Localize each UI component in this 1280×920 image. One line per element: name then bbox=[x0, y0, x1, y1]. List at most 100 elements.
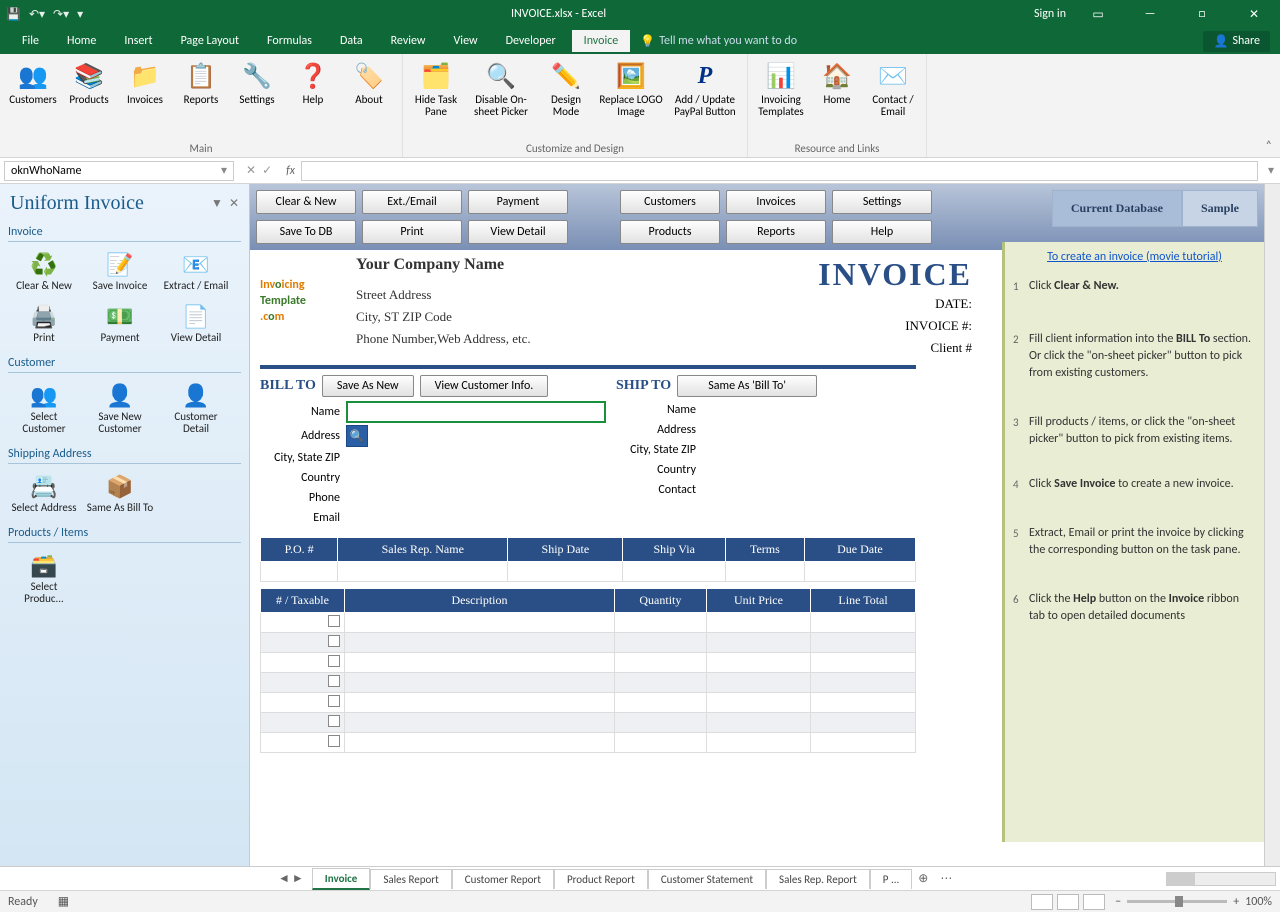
vertical-scrollbar[interactable] bbox=[1264, 184, 1280, 866]
bill-country-input[interactable] bbox=[346, 469, 606, 487]
redo-icon[interactable]: ↷▾ bbox=[53, 7, 69, 22]
lookup-icon[interactable]: 🔍 bbox=[346, 425, 368, 447]
view-normal-icon[interactable] bbox=[1031, 894, 1053, 910]
sheet-tab-sales[interactable]: Sales Report bbox=[370, 869, 451, 889]
sheet-tab-p[interactable]: P ... bbox=[870, 869, 913, 889]
maximize-icon[interactable]: □ bbox=[1182, 7, 1222, 21]
btn-same-as-billto[interactable]: Same As 'Bill To' bbox=[677, 375, 817, 397]
tab-view[interactable]: View bbox=[442, 30, 490, 52]
tp-clear-new[interactable]: ♻️Clear & New bbox=[8, 246, 80, 294]
checkbox[interactable] bbox=[328, 695, 340, 707]
tp-extract-email[interactable]: 📧Extract / Email bbox=[160, 246, 232, 294]
btn-clear-new[interactable]: Clear & New bbox=[256, 190, 356, 214]
undo-icon[interactable]: ↶▾ bbox=[29, 7, 45, 22]
btn-reports[interactable]: Reports bbox=[726, 220, 826, 244]
bill-name-input[interactable] bbox=[346, 401, 606, 423]
fx-icon[interactable]: fx bbox=[286, 164, 295, 178]
bill-email-input[interactable] bbox=[346, 509, 606, 527]
tab-current-database[interactable]: Current Database bbox=[1052, 190, 1182, 227]
btn-payment[interactable]: Payment bbox=[468, 190, 568, 214]
table-row[interactable] bbox=[261, 713, 916, 733]
tab-file[interactable]: File bbox=[10, 30, 51, 52]
checkbox[interactable] bbox=[328, 715, 340, 727]
ribbon-design-mode[interactable]: ✏️Design Mode bbox=[539, 58, 593, 140]
table-row[interactable] bbox=[261, 562, 916, 582]
expand-formula-icon[interactable]: ▾ bbox=[1262, 163, 1280, 178]
add-sheet-icon[interactable]: ⊕ bbox=[912, 871, 934, 886]
ribbon-settings[interactable]: 🔧Settings bbox=[230, 58, 284, 140]
tp-payment[interactable]: 💵Payment bbox=[84, 298, 156, 346]
view-page-layout-icon[interactable] bbox=[1057, 894, 1079, 910]
ribbon-help[interactable]: ❓Help bbox=[286, 58, 340, 140]
btn-products[interactable]: Products bbox=[620, 220, 720, 244]
btn-print[interactable]: Print bbox=[362, 220, 462, 244]
company-phone[interactable]: Phone Number,Web Address, etc. bbox=[356, 328, 772, 350]
tab-sample[interactable]: Sample bbox=[1182, 190, 1258, 227]
table-row[interactable] bbox=[261, 653, 916, 673]
ship-country-input[interactable] bbox=[702, 461, 916, 479]
tp-view-detail[interactable]: 📄View Detail bbox=[160, 298, 232, 346]
ribbon-reports[interactable]: 📋Reports bbox=[174, 58, 228, 140]
ship-csz-input[interactable] bbox=[702, 441, 916, 459]
ship-name-input[interactable] bbox=[702, 401, 916, 419]
tab-formulas[interactable]: Formulas bbox=[255, 30, 324, 52]
sheet-tab-salesrep[interactable]: Sales Rep. Report bbox=[766, 869, 870, 889]
ribbon-invoices[interactable]: 📁Invoices bbox=[118, 58, 172, 140]
ribbon-home[interactable]: 🏠Home bbox=[810, 58, 864, 140]
zoom-level[interactable]: 100% bbox=[1245, 895, 1272, 909]
collapse-ribbon-icon[interactable]: ˄ bbox=[1266, 139, 1272, 153]
sheet-tab-customer[interactable]: Customer Report bbox=[452, 869, 554, 889]
tp-customer-detail[interactable]: 👤Customer Detail bbox=[160, 377, 232, 437]
sheet-tab-product[interactable]: Product Report bbox=[554, 869, 648, 889]
checkbox[interactable] bbox=[328, 655, 340, 667]
company-address[interactable]: Street Address bbox=[356, 284, 772, 306]
chevron-down-icon[interactable]: ▾ bbox=[221, 163, 227, 178]
ribbon-about[interactable]: 🏷️About bbox=[342, 58, 396, 140]
tell-me[interactable]: 💡Tell me what you want to do bbox=[640, 34, 797, 49]
task-pane-menu-icon[interactable]: ▼ bbox=[211, 196, 223, 211]
checkbox[interactable] bbox=[328, 735, 340, 747]
ribbon-products[interactable]: 📚Products bbox=[62, 58, 116, 140]
sheet-more-icon[interactable]: ⋯ bbox=[934, 871, 958, 886]
qat-more-icon[interactable]: ▾ bbox=[77, 7, 83, 22]
zoom-slider[interactable] bbox=[1127, 900, 1227, 903]
table-row[interactable] bbox=[261, 673, 916, 693]
tab-invoice[interactable]: Invoice bbox=[572, 30, 631, 52]
checkbox[interactable] bbox=[328, 615, 340, 627]
cancel-formula-icon[interactable]: ✕ bbox=[246, 163, 256, 178]
sheet-nav-next-icon[interactable]: ► bbox=[292, 871, 304, 886]
table-row[interactable] bbox=[261, 733, 916, 753]
close-icon[interactable]: ✕ bbox=[1234, 7, 1274, 22]
btn-customers[interactable]: Customers bbox=[620, 190, 720, 214]
task-pane-close-icon[interactable]: ✕ bbox=[229, 196, 239, 211]
bill-csz-input[interactable] bbox=[346, 449, 606, 467]
tp-select-address[interactable]: 📇Select Address bbox=[8, 468, 80, 516]
ribbon-display-icon[interactable]: ▭ bbox=[1078, 7, 1118, 22]
btn-ext-email[interactable]: Ext./Email bbox=[362, 190, 462, 214]
tab-review[interactable]: Review bbox=[379, 30, 438, 52]
btn-save-to-db[interactable]: Save To DB bbox=[256, 220, 356, 244]
tp-save-invoice[interactable]: 📝Save Invoice bbox=[84, 246, 156, 294]
name-box[interactable]: oknWhoName▾ bbox=[4, 161, 234, 181]
sheet-tab-invoice[interactable]: Invoice bbox=[312, 868, 371, 890]
macro-icon[interactable]: ▦ bbox=[58, 894, 69, 909]
ribbon-hide-task-pane[interactable]: 🗂️Hide Task Pane bbox=[409, 58, 463, 140]
tab-page-layout[interactable]: Page Layout bbox=[169, 30, 251, 52]
sheet-tab-statement[interactable]: Customer Statement bbox=[648, 869, 766, 889]
ribbon-templates[interactable]: 📊Invoicing Templates bbox=[754, 58, 808, 140]
bill-phone-input[interactable] bbox=[346, 489, 606, 507]
tp-same-as-billto[interactable]: 📦Same As Bill To bbox=[84, 468, 156, 516]
tab-data[interactable]: Data bbox=[328, 30, 375, 52]
ribbon-disable-picker[interactable]: 🔍Disable On-sheet Picker bbox=[465, 58, 537, 140]
ribbon-contact[interactable]: ✉️Contact / Email bbox=[866, 58, 920, 140]
ship-address-input[interactable] bbox=[702, 421, 916, 439]
company-city[interactable]: City, ST ZIP Code bbox=[356, 306, 772, 328]
zoom-out-icon[interactable]: − bbox=[1115, 895, 1121, 909]
enter-formula-icon[interactable]: ✓ bbox=[262, 163, 272, 178]
tutorial-link[interactable]: To create an invoice (movie tutorial) bbox=[1005, 242, 1264, 272]
share-button[interactable]: 👤Share bbox=[1203, 31, 1270, 52]
view-page-break-icon[interactable] bbox=[1083, 894, 1105, 910]
ship-contact-input[interactable] bbox=[702, 481, 916, 499]
minimize-icon[interactable]: — bbox=[1130, 7, 1170, 21]
ribbon-replace-logo[interactable]: 🖼️Replace LOGO Image bbox=[595, 58, 667, 140]
